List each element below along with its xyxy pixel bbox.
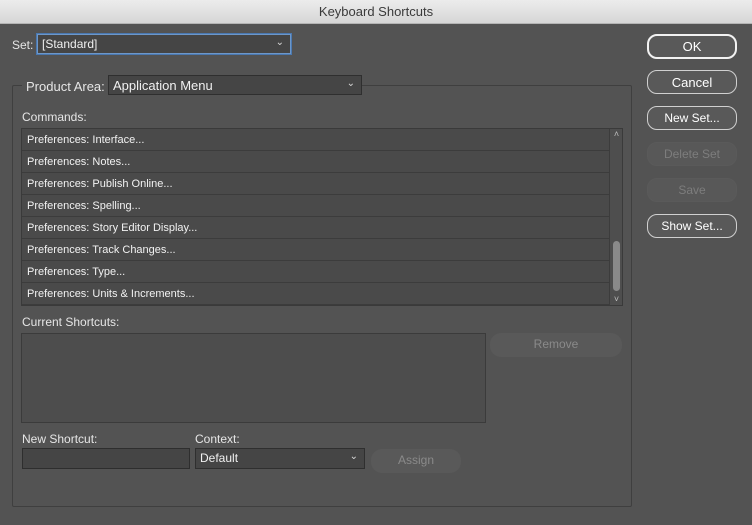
new-shortcut-label: New Shortcut:	[22, 432, 98, 446]
save-button[interactable]: Save	[647, 178, 737, 202]
set-dropdown-value: [Standard]	[42, 37, 98, 51]
command-item[interactable]: Preferences: Track Changes...	[22, 239, 610, 261]
set-label: Set:	[12, 38, 34, 52]
commands-label: Commands:	[22, 110, 87, 124]
assign-button[interactable]: Assign	[371, 449, 461, 473]
new-shortcut-input[interactable]	[22, 448, 190, 469]
commands-list[interactable]: Preferences: Interface... Preferences: N…	[21, 128, 623, 306]
remove-button[interactable]: Remove	[490, 333, 622, 357]
new-set-button[interactable]: New Set...	[647, 106, 737, 130]
chevron-down-icon: ⌄	[275, 37, 284, 48]
context-dropdown[interactable]: Default ⌄	[195, 448, 365, 469]
command-item[interactable]: Preferences: Story Editor Display...	[22, 217, 610, 239]
scrollbar-thumb[interactable]	[613, 241, 620, 291]
show-set-button[interactable]: Show Set...	[647, 214, 737, 238]
product-area-dropdown-value: Application Menu	[113, 78, 213, 93]
title-bar: Keyboard Shortcuts	[0, 0, 752, 24]
command-item[interactable]: Preferences: Units & Increments...	[22, 283, 610, 305]
context-dropdown-value: Default	[200, 451, 239, 465]
ok-button[interactable]: OK	[647, 34, 737, 59]
command-item[interactable]: Preferences: Spelling...	[22, 195, 610, 217]
command-item[interactable]: Preferences: Type...	[22, 261, 610, 283]
set-dropdown[interactable]: [Standard] ⌄	[37, 34, 291, 54]
window-title: Keyboard Shortcuts	[318, 4, 434, 19]
product-area-label: Product Area:	[22, 79, 109, 94]
current-shortcuts-label: Current Shortcuts:	[22, 315, 120, 329]
chevron-down-icon: ⌄	[349, 451, 358, 462]
cancel-button[interactable]: Cancel	[647, 70, 737, 94]
commands-scrollbar[interactable]: ˄ ˅	[609, 129, 622, 305]
context-label: Context:	[195, 432, 240, 446]
command-item[interactable]: Preferences: Interface...	[22, 129, 610, 151]
product-area-dropdown[interactable]: Application Menu ⌄	[108, 75, 362, 95]
chevron-down-icon: ⌄	[346, 78, 355, 89]
scroll-down-arrow-icon[interactable]: ˅	[611, 294, 622, 304]
command-item[interactable]: Preferences: Publish Online...	[22, 173, 610, 195]
current-shortcuts-list[interactable]	[21, 333, 486, 423]
command-item[interactable]: Preferences: Notes...	[22, 151, 610, 173]
scroll-up-arrow-icon[interactable]: ˄	[611, 129, 622, 139]
delete-set-button[interactable]: Delete Set	[647, 142, 737, 166]
